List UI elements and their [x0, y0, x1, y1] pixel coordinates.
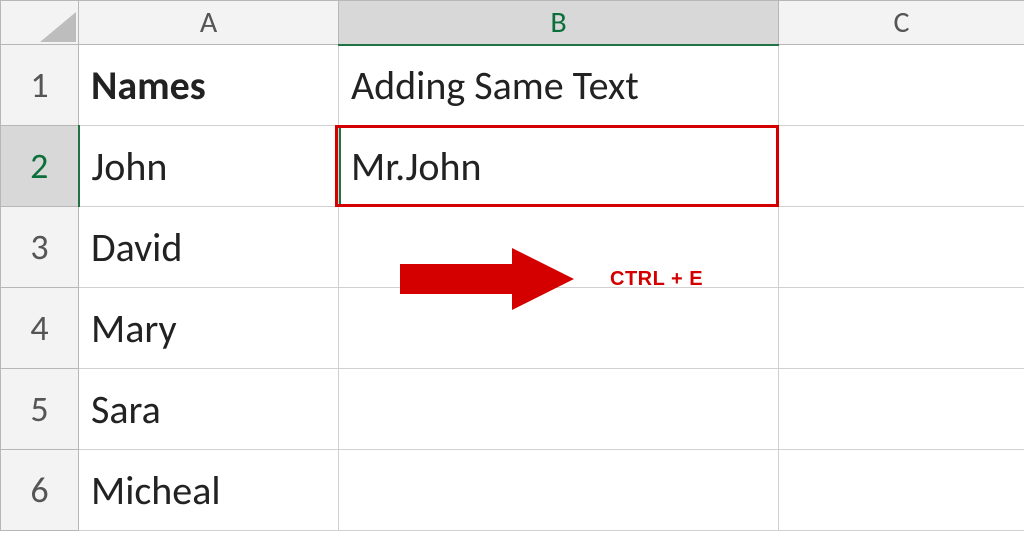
- row-header-1[interactable]: 1: [1, 45, 79, 126]
- cell-c5[interactable]: [779, 369, 1024, 450]
- select-all-triangle-icon: [40, 12, 76, 42]
- cell-b6[interactable]: [339, 450, 779, 531]
- cell-b3[interactable]: [339, 207, 779, 288]
- cell-a4[interactable]: Mary: [79, 288, 339, 369]
- annotation-shortcut: CTRL + E: [610, 268, 703, 291]
- cell-a2[interactable]: John: [79, 126, 339, 207]
- row-header-6[interactable]: 6: [1, 450, 79, 531]
- table-row: 5 Sara: [1, 369, 1024, 450]
- row-header-5[interactable]: 5: [1, 369, 79, 450]
- cell-c6[interactable]: [779, 450, 1024, 531]
- cell-b2[interactable]: Mr.John: [339, 126, 779, 207]
- cell-a3[interactable]: David: [79, 207, 339, 288]
- row-header-3[interactable]: 3: [1, 207, 79, 288]
- cell-c4[interactable]: [779, 288, 1024, 369]
- column-header-row: A B C: [1, 1, 1024, 45]
- spreadsheet-grid[interactable]: A B C 1 Names Adding Same Text 2 John Mr…: [0, 0, 1024, 531]
- column-header-c[interactable]: C: [779, 1, 1024, 45]
- cell-a5[interactable]: Sara: [79, 369, 339, 450]
- cell-b1[interactable]: Adding Same Text: [339, 45, 779, 126]
- row-header-2[interactable]: 2: [1, 126, 79, 207]
- cell-a1[interactable]: Names: [79, 45, 339, 126]
- cell-b4[interactable]: [339, 288, 779, 369]
- row-header-4[interactable]: 4: [1, 288, 79, 369]
- select-all-corner[interactable]: [1, 1, 79, 45]
- column-header-a[interactable]: A: [79, 1, 339, 45]
- cell-c2[interactable]: [779, 126, 1024, 207]
- cell-c1[interactable]: [779, 45, 1024, 126]
- table-row: 2 John Mr.John: [1, 126, 1024, 207]
- table-row: 6 Micheal: [1, 450, 1024, 531]
- table-row: 4 Mary: [1, 288, 1024, 369]
- cell-c3[interactable]: [779, 207, 1024, 288]
- cell-b5[interactable]: [339, 369, 779, 450]
- table-row: 1 Names Adding Same Text: [1, 45, 1024, 126]
- cell-a6[interactable]: Micheal: [79, 450, 339, 531]
- column-header-b[interactable]: B: [339, 1, 779, 45]
- table-row: 3 David: [1, 207, 1024, 288]
